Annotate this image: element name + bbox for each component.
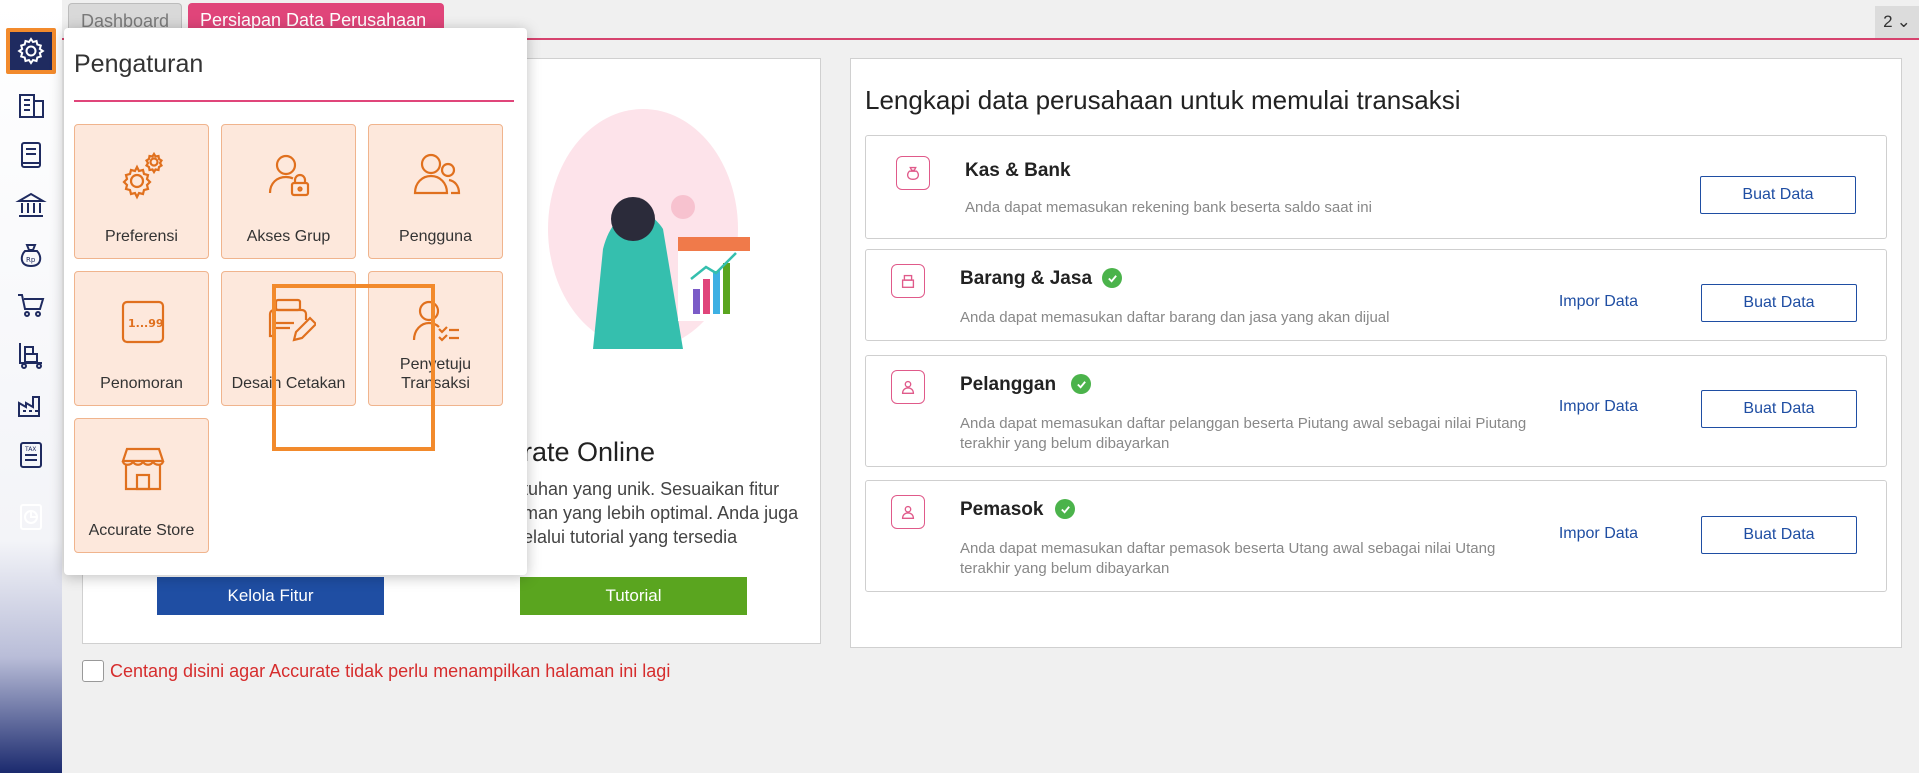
sidebar-item-sales-money[interactable]: Rp xyxy=(6,232,56,278)
sidebar-item-bank[interactable] xyxy=(6,182,56,228)
sidebar-item-ledger[interactable] xyxy=(6,132,56,178)
tile-label: Penomoran xyxy=(100,375,183,392)
settings-popover: Pengaturan Preferensi Akses Grup Penggun… xyxy=(64,28,527,575)
setup-title: Lengkapi data perusahaan untuk memulai t… xyxy=(865,85,1461,115)
sidebar-item-warehouse[interactable] xyxy=(6,382,56,428)
buat-data-button[interactable]: Buat Data xyxy=(1701,284,1857,322)
store-icon xyxy=(121,447,165,491)
dont-show-label: Centang disini agar Accurate tidak perlu… xyxy=(110,660,671,681)
factory-icon xyxy=(18,396,40,417)
tab-count: 2 xyxy=(1883,12,1893,31)
buat-data-button[interactable]: Buat Data xyxy=(1701,516,1857,554)
card-description: Anda dapat memasukan daftar pemasok bese… xyxy=(960,540,1496,577)
setup-card-pemasok: Pemasok Anda dapat memasukan daftar pema… xyxy=(865,480,1887,592)
trolley-boxes-icon xyxy=(19,343,42,369)
sidebar: Rp TAX xyxy=(0,0,62,773)
users-icon xyxy=(413,153,461,195)
sidebar-item-reports[interactable] xyxy=(6,494,56,540)
tile-accurate-store[interactable]: Accurate Store xyxy=(74,418,209,553)
buat-data-button[interactable]: Buat Data xyxy=(1701,390,1857,428)
tile-akses-grup[interactable]: Akses Grup xyxy=(221,124,356,259)
customer-icon xyxy=(891,370,925,404)
sidebar-item-tax[interactable]: TAX xyxy=(6,432,56,478)
card-title: Kas & Bank xyxy=(965,160,1071,181)
impor-data-link[interactable]: Impor Data xyxy=(1559,525,1638,543)
tile-preferensi[interactable]: Preferensi xyxy=(74,124,209,259)
bank-icon xyxy=(15,192,47,217)
sidebar-item-inventory[interactable] xyxy=(6,332,56,378)
cart-icon xyxy=(18,294,45,317)
check-circle-icon xyxy=(1102,268,1122,288)
sidebar-item-company[interactable] xyxy=(6,82,56,128)
card-title: Pelanggan xyxy=(960,374,1057,395)
welcome-title: rate Online xyxy=(523,437,656,467)
sidebar-item-cart[interactable] xyxy=(6,282,56,328)
setup-card-barang-jasa: Barang & Jasa Anda dapat memasukan dafta… xyxy=(865,249,1887,341)
popover-title: Pengaturan xyxy=(74,50,204,78)
chevron-down-icon: ⌄ xyxy=(1896,12,1911,31)
card-description: Anda dapat memasukan daftar pelanggan be… xyxy=(960,415,1527,452)
app-root: { "tabs": { "dashboard": "Dashboard", "p… xyxy=(0,0,1919,773)
setup-card-kas-bank: Kas & Bank Anda dapat memasukan rekening… xyxy=(865,135,1887,239)
svg-text:Rp: Rp xyxy=(26,256,36,264)
dont-show-again: Centang disini agar Accurate tidak perlu… xyxy=(82,660,670,682)
impor-data-link[interactable]: Impor Data xyxy=(1559,398,1638,416)
popover-divider xyxy=(74,100,514,102)
boxes-icon xyxy=(891,264,925,298)
welcome-desc-line: tuhan yang unik. Sesuaikan fitur xyxy=(523,479,780,499)
tutorial-button[interactable]: Tutorial xyxy=(520,577,747,615)
supplier-icon xyxy=(891,495,925,529)
tile-label: Akses Grup xyxy=(246,228,331,245)
selection-highlight xyxy=(272,284,435,451)
tile-label: Accurate Store xyxy=(88,522,195,539)
card-title: Barang & Jasa xyxy=(960,268,1093,289)
gear-icon xyxy=(17,37,45,65)
welcome-description: tuhan yang unik. Sesuaikan fitur man yan… xyxy=(523,477,823,549)
tax-doc-icon: TAX xyxy=(20,442,42,468)
money-bag-icon xyxy=(896,156,930,190)
numbering-icon: 1...99 xyxy=(121,300,165,344)
tile-penomoran[interactable]: 1...99 Penomoran xyxy=(74,271,209,406)
check-circle-icon xyxy=(1055,499,1075,519)
illustration-image xyxy=(548,109,750,349)
setup-card-pelanggan: Pelanggan Anda dapat memasukan daftar pe… xyxy=(865,355,1887,467)
tile-label: Pengguna xyxy=(399,228,472,245)
card-title: Pemasok xyxy=(960,499,1044,520)
numbering-icon-text: 1...99 xyxy=(128,317,164,330)
setup-panel: Lengkapi data perusahaan untuk memulai t… xyxy=(850,58,1902,648)
check-circle-icon xyxy=(1071,374,1091,394)
tab-counter-dropdown[interactable]: 2 ⌄ xyxy=(1875,6,1919,38)
impor-data-link[interactable]: Impor Data xyxy=(1559,293,1638,311)
svg-text:TAX: TAX xyxy=(24,446,36,453)
card-description: Anda dapat memasukan rekening bank beser… xyxy=(965,199,1372,216)
kelola-fitur-button[interactable]: Kelola Fitur xyxy=(157,577,384,615)
building-icon xyxy=(19,94,44,118)
tile-label: Preferensi xyxy=(105,228,178,245)
buat-data-button[interactable]: Buat Data xyxy=(1700,176,1856,214)
user-lock-icon xyxy=(268,154,310,197)
dont-show-checkbox[interactable] xyxy=(82,660,104,682)
tile-pengguna[interactable]: Pengguna xyxy=(368,124,503,259)
welcome-desc-line: elalui tutorial yang tersedia xyxy=(523,527,738,547)
chart-doc-icon xyxy=(20,504,42,530)
money-bag-icon: Rp xyxy=(20,244,42,268)
gears-icon xyxy=(122,151,164,200)
book-icon xyxy=(21,142,41,168)
card-description: Anda dapat memasukan daftar barang dan j… xyxy=(960,309,1390,326)
sidebar-item-settings[interactable] xyxy=(6,28,56,74)
welcome-desc-line: man yang lebih optimal. Anda juga xyxy=(523,503,799,523)
